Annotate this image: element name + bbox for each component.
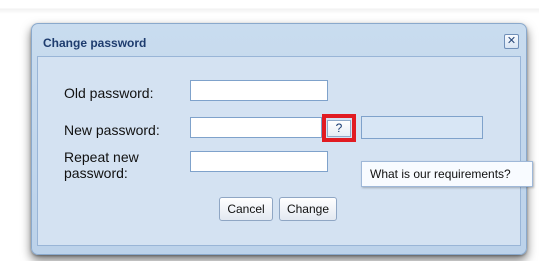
dialog-titlebar: Change password ✕ (36, 28, 522, 54)
password-strength-indicator (361, 116, 483, 139)
repeat-password-label-line2: password: (64, 165, 128, 181)
change-button[interactable]: Change (279, 197, 337, 221)
old-password-label: Old password: (64, 85, 154, 101)
requirements-tooltip: What is our requirements? (361, 161, 533, 187)
cancel-button[interactable]: Cancel (219, 197, 273, 221)
new-password-label: New password: (64, 122, 160, 138)
repeat-password-label-line1: Repeat new (64, 149, 139, 165)
new-password-input[interactable] (190, 117, 322, 138)
repeat-password-input[interactable] (190, 151, 328, 172)
close-icon[interactable]: ✕ (504, 34, 519, 49)
password-help-button[interactable]: ? (327, 120, 351, 137)
old-password-input[interactable] (190, 80, 328, 101)
dialog-title: Change password (43, 36, 147, 50)
